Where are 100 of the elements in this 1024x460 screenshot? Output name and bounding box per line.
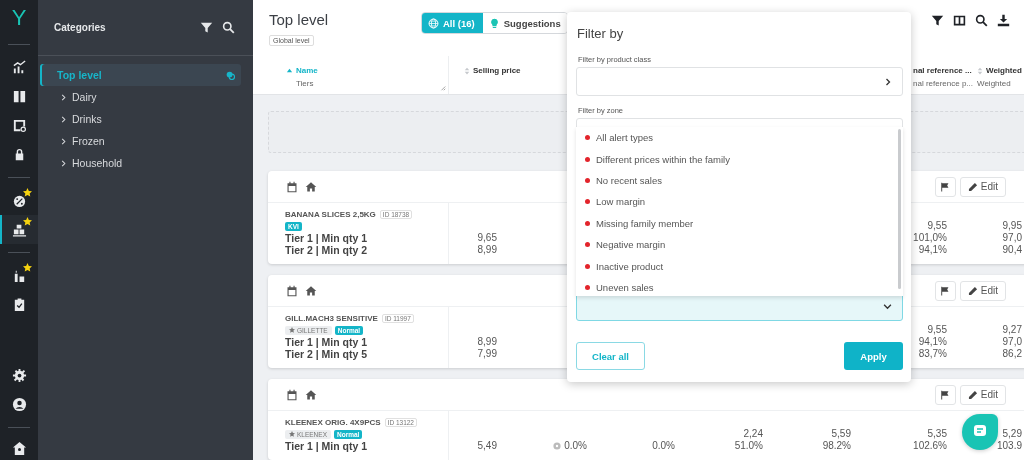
tier-value: 94,1%: [918, 244, 947, 256]
column-header[interactable]: nal reference ...: [913, 66, 972, 75]
table-icon: [11, 118, 27, 133]
search-icon[interactable]: [975, 14, 988, 27]
filter-icon[interactable]: [200, 21, 213, 34]
tier-value: 0.0%: [652, 440, 675, 452]
chevron-down-icon: [883, 302, 892, 311]
edit-button[interactable]: Edit: [959, 280, 1006, 301]
column-header[interactable]: Selling price: [473, 66, 521, 75]
tier-value: 98.2%: [822, 440, 851, 452]
price-value: 5,35: [927, 428, 947, 439]
category-item[interactable]: Dairy: [40, 86, 241, 108]
product-name: GILL.MACH3 SENSITIVE: [285, 313, 378, 323]
calendar-icon[interactable]: [286, 284, 298, 297]
boxes-nav-button[interactable]: [0, 215, 38, 244]
settings-icon: [11, 368, 27, 383]
flag-button[interactable]: [934, 176, 956, 197]
tier-value: 94,1%: [918, 336, 947, 348]
page-title: Top level: [269, 10, 330, 29]
globe-icon: [428, 17, 439, 29]
flag-icon: [940, 181, 951, 192]
tier-value: 0.0%: [564, 440, 587, 452]
chevron-icon: [60, 137, 67, 145]
alert-dot-icon: [585, 156, 590, 162]
chart-icon: [11, 60, 27, 75]
home-icon[interactable]: [305, 284, 317, 297]
tier-value: 5,49: [477, 440, 497, 452]
category-item[interactable]: Household: [40, 152, 241, 174]
tier-value: 101,0%: [913, 232, 947, 244]
percent-icon: [11, 193, 27, 208]
tier-label: Tier 1 | Min qty 1: [285, 336, 369, 348]
alert-option[interactable]: Negative margin: [576, 233, 903, 256]
price-value: 5,29: [1002, 428, 1022, 439]
flag-button[interactable]: [934, 280, 956, 301]
alert-dot-icon: [585, 284, 590, 290]
columns-icon[interactable]: [953, 14, 966, 27]
alert-option[interactable]: Missing family member: [576, 212, 903, 234]
alert-dot-icon: [585, 199, 590, 205]
logo[interactable]: Y: [11, 0, 27, 36]
column-subheader: Weighted: [977, 79, 1012, 88]
chevron-icon: [60, 93, 67, 101]
download-icon[interactable]: [997, 14, 1010, 27]
price-value: 9,95: [1002, 220, 1022, 231]
alert-option[interactable]: All alert types: [576, 127, 903, 149]
alert-dot-icon: [585, 242, 590, 248]
alert-dot-icon: [585, 220, 590, 226]
filter-icon[interactable]: [931, 14, 944, 27]
tier-value: 102.6%: [913, 440, 947, 452]
search-icon[interactable]: [222, 21, 235, 34]
column-header[interactable]: Weighted: [986, 66, 1022, 75]
tier-value: 8,99: [477, 244, 497, 256]
chevron-icon: [60, 159, 67, 167]
panel-title: Categories: [54, 22, 107, 33]
tier-value: 51.0%: [734, 440, 763, 452]
column-subheader: Tiers: [295, 79, 315, 88]
category-item[interactable]: Frozen: [40, 130, 241, 152]
select-field[interactable]: [576, 67, 903, 96]
home-icon[interactable]: [305, 388, 317, 401]
scrollbar[interactable]: [898, 129, 901, 289]
tier-value: 83,7%: [918, 348, 947, 360]
tier-value: 7,99: [477, 348, 497, 360]
tier-value: 9,65: [477, 232, 497, 244]
chevron-icon: [60, 115, 67, 123]
pencil-icon: [967, 389, 978, 400]
product-name: BANANA SLICES 2,5KG: [285, 209, 376, 219]
flag-button[interactable]: [934, 384, 956, 405]
user-icon: [11, 397, 27, 412]
category-item[interactable]: Drinks: [40, 108, 241, 130]
flag-icon: [940, 389, 951, 400]
calendar-icon[interactable]: [286, 388, 298, 401]
resize-handle-icon[interactable]: [440, 85, 446, 91]
popover-title: Filter by: [577, 26, 625, 41]
alert-option[interactable]: No recent sales: [576, 169, 903, 192]
columns-icon: [11, 89, 27, 104]
alert-dot-icon: [585, 135, 590, 141]
tier-value: 8,99: [477, 336, 497, 348]
lightbulb-icon: [488, 17, 500, 29]
tier-value: 90,4: [1002, 244, 1022, 256]
tier-value: 103.9: [996, 440, 1022, 452]
home-icon[interactable]: [305, 180, 317, 193]
column-subheader: nal reference p...: [913, 79, 975, 88]
price-value: 9,55: [927, 220, 947, 231]
edit-button[interactable]: Edit: [959, 176, 1006, 197]
alert-option[interactable]: Different prices within the family: [576, 148, 903, 170]
alert-dot-icon: [585, 263, 590, 269]
alert-option[interactable]: Low margin: [576, 191, 903, 213]
tier-label: Tier 2 | Min qty 2: [285, 244, 369, 256]
pencil-icon: [967, 285, 978, 296]
product-name: KLEENEX ORIG. 4X9PCS: [285, 417, 381, 427]
alert-option[interactable]: Uneven sales: [576, 276, 903, 299]
chevron-right-icon: [884, 77, 892, 86]
tier-value: 97,0: [1002, 336, 1022, 348]
price-value: 2,24: [743, 428, 763, 439]
home-icon: [11, 440, 27, 456]
alert-option[interactable]: Inactive product: [576, 255, 903, 277]
calendar-icon[interactable]: [286, 180, 298, 193]
pencil-icon: [967, 181, 978, 192]
category-item[interactable]: Top level: [40, 64, 241, 86]
price-value: 9,27: [1002, 324, 1022, 335]
edit-button[interactable]: Edit: [959, 384, 1006, 405]
